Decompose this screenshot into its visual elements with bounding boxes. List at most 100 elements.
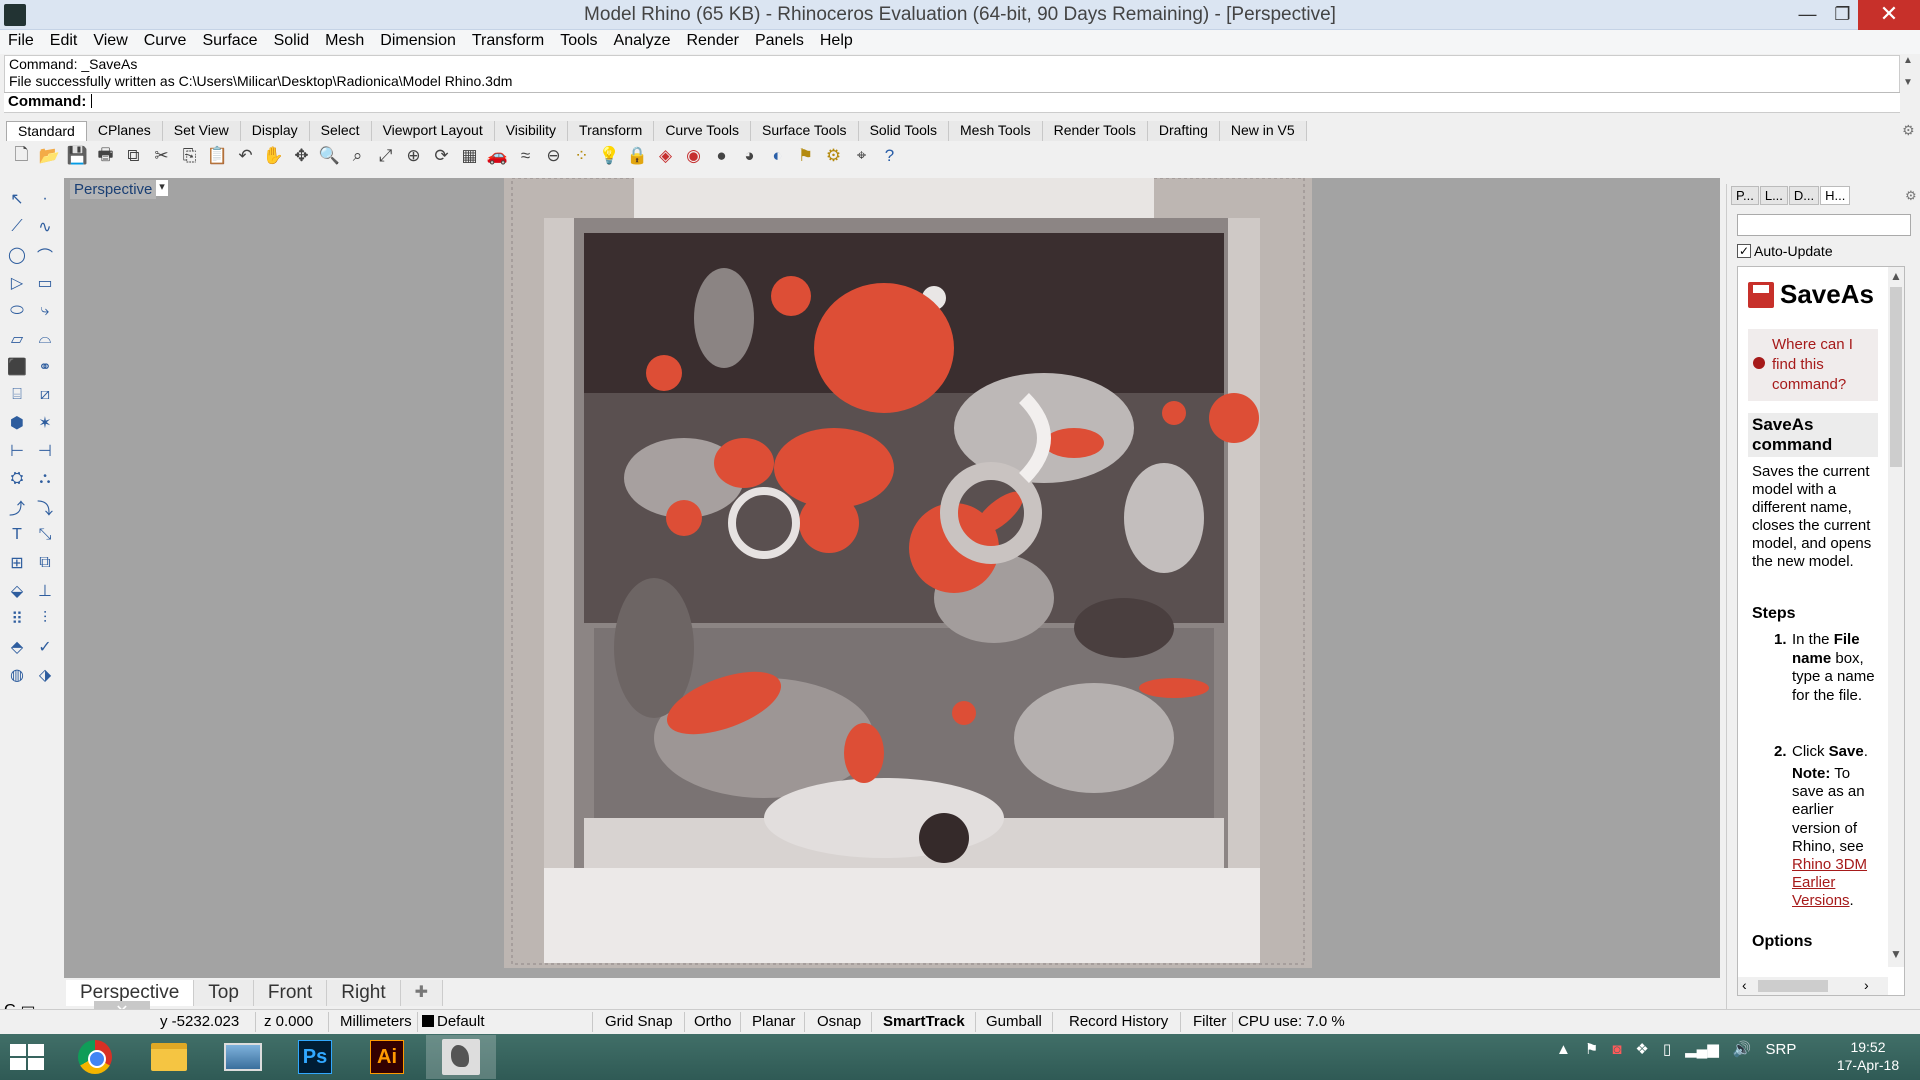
shaded-sphere-icon[interactable]: ● (708, 143, 735, 169)
language-indicator[interactable]: SRP (1765, 1041, 1796, 1058)
ortho-toggle[interactable]: Ortho (694, 1013, 732, 1030)
zoom-extents-icon[interactable]: ⤢ (372, 143, 399, 169)
cplane-icon[interactable]: ⌖ (848, 143, 875, 169)
toolbar-tab-render-tools[interactable]: Render Tools (1042, 121, 1148, 141)
loft-icon[interactable]: ⌓ (32, 326, 58, 352)
viewport-tab-top[interactable]: Top (194, 980, 254, 1006)
rectangle-icon[interactable]: ▭ (32, 270, 58, 296)
menu-edit[interactable]: Edit (42, 30, 86, 50)
fillet-icon[interactable]: ⤷ (32, 298, 58, 324)
menu-analyze[interactable]: Analyze (606, 30, 679, 50)
match-icon[interactable]: ⤵ (32, 494, 58, 520)
menu-surface[interactable]: Surface (194, 30, 265, 50)
copy-icon[interactable]: ⎘ (176, 143, 203, 169)
show-hidden-icons-icon[interactable]: ▲ (1556, 1041, 1571, 1058)
dimension-icon[interactable]: ⊢ (4, 438, 30, 464)
menu-solid[interactable]: Solid (266, 30, 318, 50)
circle-icon[interactable]: ◯ (4, 242, 30, 268)
viewport-title[interactable]: Perspective (70, 180, 157, 199)
scroll-thumb[interactable] (1758, 980, 1828, 992)
history-icon[interactable]: ⫶ (32, 606, 58, 632)
flag-icon[interactable]: ⚑ (792, 143, 819, 169)
illustrator-taskbar-button[interactable]: Ai (352, 1035, 422, 1079)
render-icon[interactable]: ◐ (764, 143, 791, 169)
smarttrack-toggle[interactable]: SmartTrack (883, 1013, 965, 1030)
menu-transform[interactable]: Transform (464, 30, 552, 50)
boolean-icon[interactable]: ⚭ (32, 354, 58, 380)
arc-icon[interactable]: ⌒ (32, 242, 58, 268)
toolbar-tab-transform[interactable]: Transform (568, 121, 655, 141)
panel-tab-3[interactable]: H... (1820, 186, 1851, 205)
current-layer[interactable]: Default (422, 1013, 485, 1030)
check-icon[interactable]: ✓ (32, 634, 58, 660)
toolbar-tab-set-view[interactable]: Set View (162, 121, 241, 141)
move-view-icon[interactable]: ✥ (288, 143, 315, 169)
panel-search-input[interactable] (1737, 214, 1911, 236)
explode-icon[interactable]: ✶ (32, 410, 58, 436)
chevron-down-icon[interactable]: ▾ (156, 180, 168, 196)
earlier-versions-link[interactable]: Rhino 3DM Earlier Versions (1792, 856, 1867, 909)
dimension-aligned-icon[interactable]: ⊣ (32, 438, 58, 464)
box-icon[interactable]: ⬛ (4, 354, 30, 380)
toolbar-tab-cplanes[interactable]: CPlanes (86, 121, 163, 141)
measure-icon[interactable]: ⊥ (32, 578, 58, 604)
help-horizontal-scrollbar[interactable]: ‹ › (1738, 977, 1888, 995)
point-icon[interactable]: · (32, 186, 58, 212)
windows-start-button[interactable] (10, 1044, 46, 1070)
record-history-toggle[interactable]: Record History (1069, 1013, 1168, 1030)
perspective-viewport[interactable]: z y x (64, 178, 1720, 978)
import-icon[interactable]: ⧉ (120, 143, 147, 169)
viewport-tab-front[interactable]: Front (253, 980, 328, 1006)
polyline-icon[interactable]: ⟋ (4, 214, 30, 240)
new-file-icon[interactable]: 🗋 (8, 143, 35, 169)
network-icon[interactable]: ▂▄▆ (1685, 1040, 1719, 1058)
photoshop-taskbar-button[interactable]: Ps (280, 1035, 350, 1079)
split-icon[interactable]: ⧉ (32, 550, 58, 576)
toolbar-tab-new-in-v5[interactable]: New in V5 (1219, 121, 1307, 141)
panel-tab-1[interactable]: L... (1759, 186, 1788, 205)
command-scrollbar[interactable]: ▲ ▼ (1900, 55, 1916, 113)
acrobat-icon[interactable]: ◙ (1612, 1041, 1621, 1058)
rhino-taskbar-button[interactable] (426, 1035, 496, 1079)
find-command-link[interactable]: Where can I find this command? (1748, 329, 1878, 401)
pan-hand-icon[interactable]: ✋ (260, 143, 287, 169)
surface-icon[interactable]: ▱ (4, 326, 30, 352)
toolbar-tab-display[interactable]: Display (240, 121, 310, 141)
layer-icon[interactable]: ◈ (652, 143, 679, 169)
viewport-tab-right[interactable]: Right (327, 980, 401, 1006)
toolbar-tab-select[interactable]: Select (309, 121, 372, 141)
zoom-selected-icon[interactable]: ⊕ (400, 143, 427, 169)
blend-icon[interactable]: ⤴ (4, 494, 30, 520)
array-icon[interactable]: ⊞ (4, 550, 30, 576)
save-icon[interactable]: 💾 (64, 143, 91, 169)
panel-tab-0[interactable]: P... (1731, 186, 1759, 205)
toolbar-tab-visibility[interactable]: Visibility (494, 121, 569, 141)
panel-tab-2[interactable]: D... (1788, 186, 1820, 205)
toolbar-tab-mesh-tools[interactable]: Mesh Tools (949, 121, 1043, 141)
light-bulb-icon[interactable]: 💡 (596, 143, 623, 169)
text-icon[interactable]: T (4, 522, 30, 548)
toolbar-tab-viewport-layout[interactable]: Viewport Layout (371, 121, 495, 141)
gumball-toggle[interactable]: Gumball (986, 1013, 1042, 1030)
zoom-window-icon[interactable]: ⌕ (344, 143, 371, 169)
scale-icon[interactable]: ⤡ (32, 522, 58, 548)
photos-taskbar-button[interactable] (208, 1035, 278, 1079)
paste-icon[interactable]: 📋 (204, 143, 231, 169)
rotate-view-icon[interactable]: ⟳ (428, 143, 455, 169)
toolbar-tab-drafting[interactable]: Drafting (1147, 121, 1220, 141)
open-folder-icon[interactable]: 📂 (36, 143, 63, 169)
units[interactable]: Millimeters (340, 1013, 412, 1030)
gears-icon[interactable]: ⚙ (820, 143, 847, 169)
osnap-toggle[interactable]: Osnap (817, 1013, 861, 1030)
menu-dimension[interactable]: Dimension (372, 30, 464, 50)
toolbar-tab-solid-tools[interactable]: Solid Tools (858, 121, 950, 141)
render-object-icon[interactable]: ◍ (4, 662, 30, 688)
lock-icon[interactable]: 🔒 (624, 143, 651, 169)
scroll-up-icon[interactable]: ▲ (1890, 269, 1902, 283)
cut-icon[interactable]: ✂ (148, 143, 175, 169)
auto-update-checkbox[interactable]: ✓ Auto-Update (1737, 243, 1833, 259)
block-icon[interactable]: ⛬ (32, 466, 58, 492)
extrude-icon[interactable]: ⬘ (4, 634, 30, 660)
snap-icon[interactable]: ⊖ (540, 143, 567, 169)
car-icon[interactable]: 🚗 (484, 143, 511, 169)
